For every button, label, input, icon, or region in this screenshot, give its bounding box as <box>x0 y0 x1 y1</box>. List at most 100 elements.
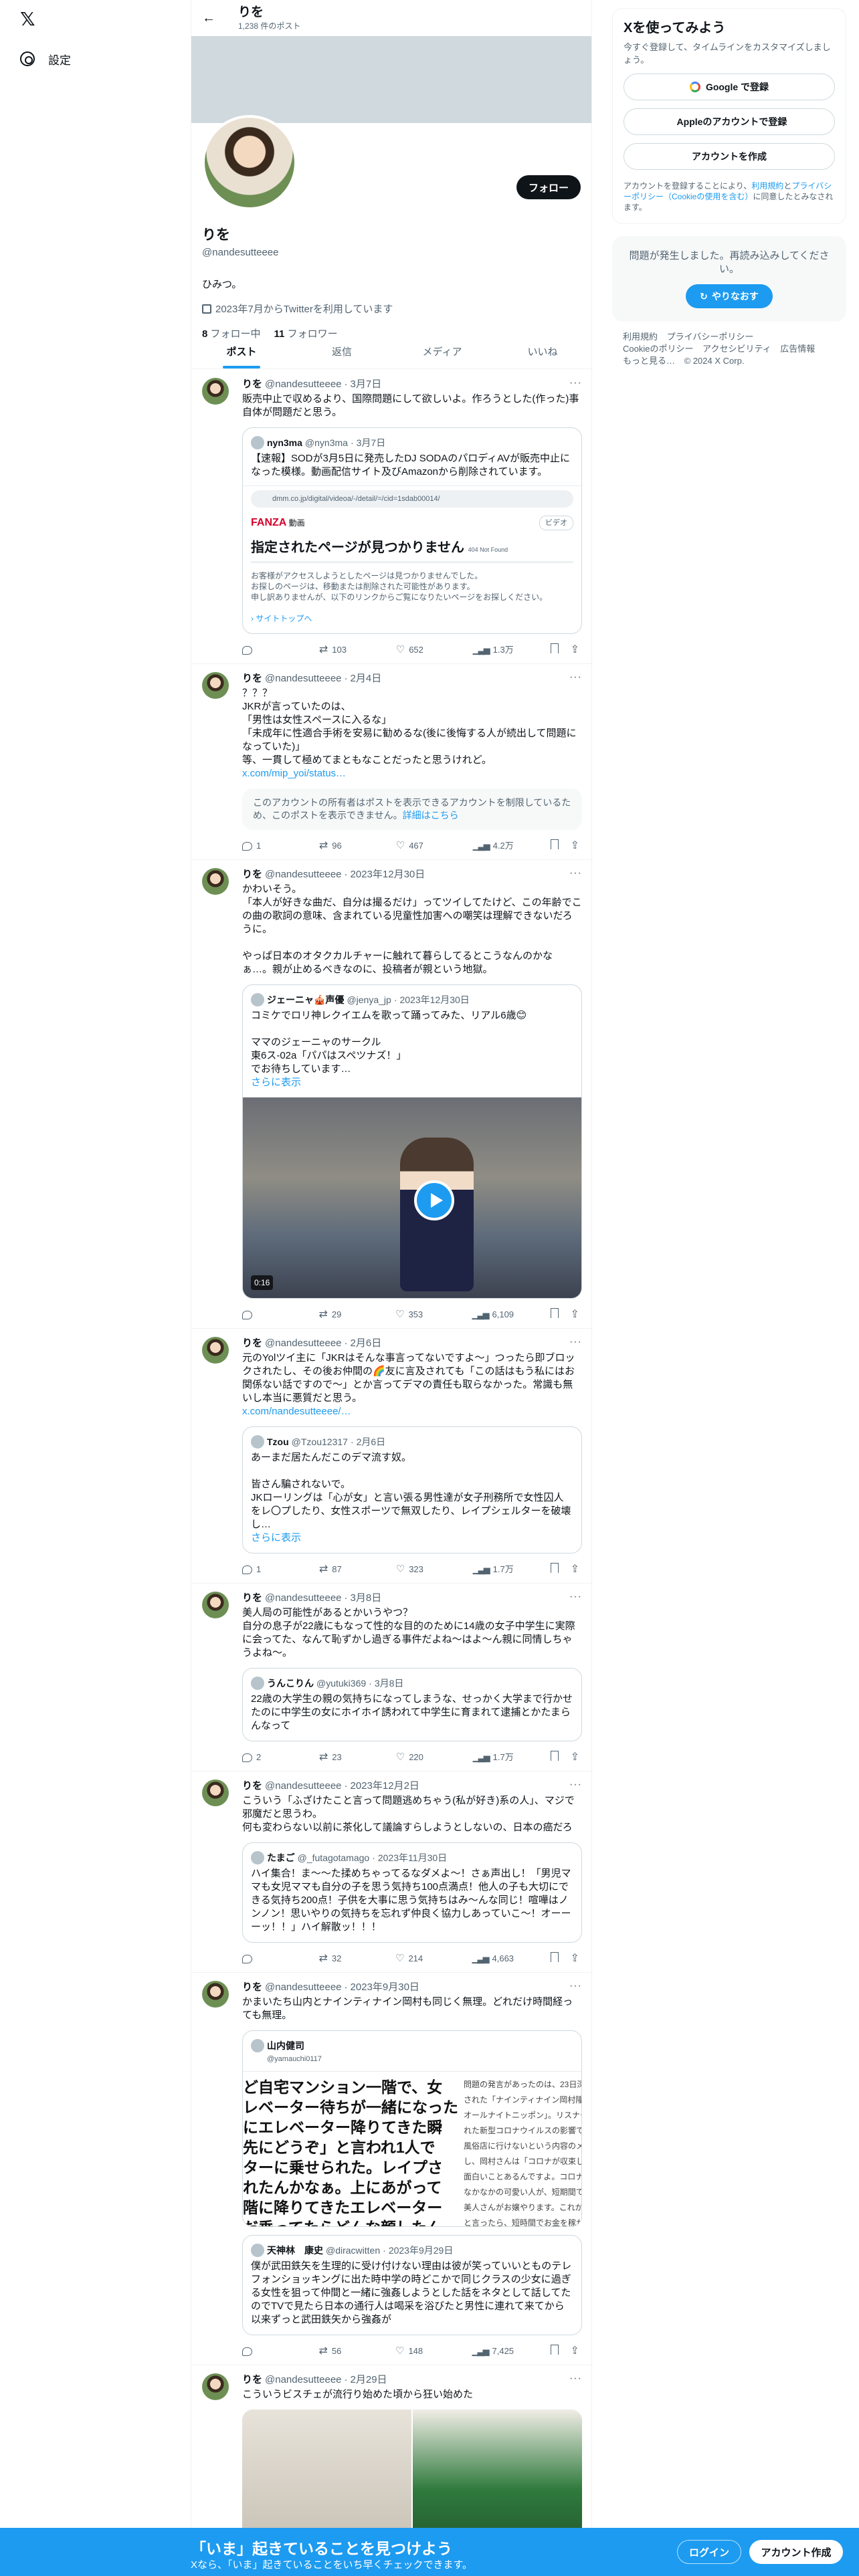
retweet-button[interactable]: ⇄ 87 <box>319 1563 359 1576</box>
tweet-date[interactable]: 3月8日 <box>351 1592 382 1605</box>
profile-avatar[interactable] <box>202 115 297 210</box>
tweet[interactable]: ··· りを @nandesutteeee · 3月7日 販売中止で収めるより、国際問… <box>191 370 593 664</box>
retweet-button[interactable]: ⇄ 32 <box>319 1952 359 1965</box>
tweet-author-name[interactable]: りを <box>242 1337 262 1350</box>
tweet-date[interactable]: 2023年9月30日 <box>351 1981 419 1994</box>
tweet-author-name[interactable]: りを <box>242 1780 262 1793</box>
avatar[interactable] <box>202 1592 229 1618</box>
share-icon[interactable]: ⇪ <box>571 1563 579 1576</box>
tweet-date[interactable]: 3月7日 <box>351 378 382 391</box>
more-icon[interactable]: ··· <box>569 1590 582 1604</box>
quoted-tweet-image[interactable]: 山内健司 @yamauchi0117 ど自宅マンション一階で、女 レベーター待ち… <box>242 2030 582 2227</box>
avatar[interactable] <box>202 1780 229 1806</box>
share-icon[interactable]: ⇪ <box>571 1952 579 1965</box>
share-icon[interactable]: ⇪ <box>571 839 579 853</box>
tweet-author-name[interactable]: りを <box>242 672 262 685</box>
footer-link[interactable]: 広告情報 <box>780 344 815 354</box>
tweet-author-name[interactable]: りを <box>242 868 262 881</box>
tweet[interactable]: ··· りを @nandesutteeee · 2月4日 ？？？ JKRが言っていたの… <box>191 664 593 860</box>
quoted-tweet[interactable]: nyn3ma @nyn3ma · 3月7日 【速報】SODが3月5日に発売したDJ S… <box>242 427 582 634</box>
bookmark-icon[interactable] <box>550 1308 559 1318</box>
views-button[interactable]: ▁▃▅ 6,109 <box>472 1308 514 1321</box>
tweet-date[interactable]: 2月4日 <box>351 672 382 685</box>
tweet-author-name[interactable]: りを <box>242 1981 262 1994</box>
photo[interactable] <box>242 2409 411 2543</box>
tweet-handle[interactable]: @nandesutteeee <box>265 1981 342 1994</box>
tweet[interactable]: ··· りを @nandesutteeee · 2023年9月30日 かまいたち山内と… <box>191 1973 593 2365</box>
terms-link[interactable]: 利用規約 <box>751 181 783 191</box>
tweet-date[interactable]: 2023年12月30日 <box>351 868 425 881</box>
bookmark-icon[interactable] <box>550 1563 559 1573</box>
views-button[interactable]: ▁▃▅ 1.7万 <box>473 1751 514 1764</box>
login-button[interactable]: ログイン <box>677 2540 741 2564</box>
retweet-button[interactable]: ⇄ 96 <box>319 839 359 853</box>
views-button[interactable]: ▁▃▅ 4,663 <box>472 1952 514 1965</box>
bookmark-icon[interactable] <box>550 643 559 653</box>
more-icon[interactable]: ··· <box>569 2372 582 2385</box>
signup-button[interactable]: アカウント作成 <box>749 2540 843 2564</box>
reply-button[interactable]: 1 <box>242 1563 282 1576</box>
more-icon[interactable]: ··· <box>569 1335 582 1349</box>
google-signup-button[interactable]: Google で登録 <box>624 74 835 100</box>
views-button[interactable]: ▁▃▅ 4.2万 <box>473 839 514 853</box>
footer-more-link[interactable]: もっと見る… <box>623 356 675 366</box>
reply-button[interactable] <box>242 1310 282 1319</box>
tweet-handle[interactable]: @nandesutteeee <box>265 378 342 391</box>
create-account-button[interactable]: アカウントを作成 <box>624 143 835 170</box>
notice-learn-more-link[interactable]: 詳細はこちら <box>403 810 459 821</box>
quoted-tweet[interactable]: たまご @_futagotamago · 2023年11月30日 ハイ集合！ま〜〜た揉… <box>242 1842 582 1943</box>
like-button[interactable]: ♡ 652 <box>396 643 436 657</box>
apple-signup-button[interactable]: Appleのアカウントで登録 <box>624 108 835 135</box>
tweet-handle[interactable]: @nandesutteeee <box>265 1592 342 1605</box>
like-button[interactable]: ♡ 323 <box>396 1563 436 1576</box>
quoted-tweet[interactable]: Tzou @Tzou12317 · 2月6日 あーまだ居たんだこのデマ流す奴。 皆さん… <box>242 1426 582 1553</box>
reply-button[interactable] <box>242 645 282 655</box>
tweet[interactable]: ··· りを @nandesutteeee · 2023年12月30日 かわいそう。 … <box>191 860 593 1329</box>
retweet-button[interactable]: ⇄ 56 <box>319 2345 359 2358</box>
tweet-author-name[interactable]: りを <box>242 2373 262 2387</box>
tab-media[interactable]: メディア <box>392 334 492 368</box>
video-player[interactable]: 0:16 <box>243 1097 581 1298</box>
like-button[interactable]: ♡ 214 <box>395 1952 436 1965</box>
footer-link[interactable]: Cookieのポリシー <box>623 344 693 354</box>
avatar[interactable] <box>202 378 229 405</box>
photo[interactable] <box>413 2409 582 2543</box>
back-arrow-icon[interactable]: ← <box>202 11 218 26</box>
tweet-date[interactable]: 2月6日 <box>351 1337 382 1350</box>
avatar[interactable] <box>202 868 229 895</box>
like-button[interactable]: ♡ 220 <box>396 1751 436 1764</box>
tweet[interactable]: ··· りを @nandesutteeee · 3月8日 美人局の可能性があるとかいう… <box>191 1584 593 1772</box>
like-button[interactable]: ♡ 353 <box>395 1308 436 1321</box>
views-button[interactable]: ▁▃▅ 7,425 <box>472 2345 514 2358</box>
nav-settings[interactable]: 設定 <box>20 48 71 70</box>
tweet-date[interactable]: 2月29日 <box>351 2373 387 2387</box>
reply-button[interactable] <box>242 2347 282 2356</box>
avatar[interactable] <box>202 672 229 699</box>
tweet-handle[interactable]: @nandesutteeee <box>265 868 342 881</box>
footer-link[interactable]: プライバシーポリシー <box>667 332 754 342</box>
like-button[interactable]: ♡ 467 <box>396 839 436 853</box>
tweet-handle[interactable]: @nandesutteeee <box>265 672 342 685</box>
play-icon[interactable] <box>414 1180 454 1220</box>
more-icon[interactable]: ··· <box>569 671 582 684</box>
tweet-date[interactable]: 2023年12月2日 <box>351 1780 419 1793</box>
tab-likes[interactable]: いいね <box>492 334 593 368</box>
avatar[interactable] <box>202 2373 229 2400</box>
share-icon[interactable]: ⇪ <box>571 2345 579 2358</box>
more-icon[interactable]: ··· <box>569 1979 582 1993</box>
tweet-handle[interactable]: @nandesutteeee <box>265 1780 342 1793</box>
views-button[interactable]: ▁▃▅ 1.3万 <box>473 643 514 657</box>
bookmark-icon[interactable] <box>550 1751 559 1761</box>
quoted-tweet[interactable]: うんこりん @yutuki369 · 3月8日 22歳の大学生の親の気持ちになってしま… <box>242 1668 582 1741</box>
retweet-button[interactable]: ⇄ 103 <box>319 643 359 657</box>
retweet-button[interactable]: ⇄ 29 <box>319 1308 359 1321</box>
tweet-link[interactable]: x.com/mip_yoi/status… <box>242 767 582 780</box>
tweet-link[interactable]: x.com/nandesutteeee/… <box>242 1405 582 1418</box>
share-icon[interactable]: ⇪ <box>571 1308 579 1321</box>
bookmark-icon[interactable] <box>550 2345 559 2355</box>
tweet-handle[interactable]: @nandesutteeee <box>265 1337 342 1350</box>
avatar[interactable] <box>202 1337 229 1364</box>
footer-link[interactable]: アクセシビリティ <box>702 344 771 354</box>
x-logo-icon[interactable]: 𝕏 <box>20 8 40 29</box>
share-icon[interactable]: ⇪ <box>571 643 579 657</box>
